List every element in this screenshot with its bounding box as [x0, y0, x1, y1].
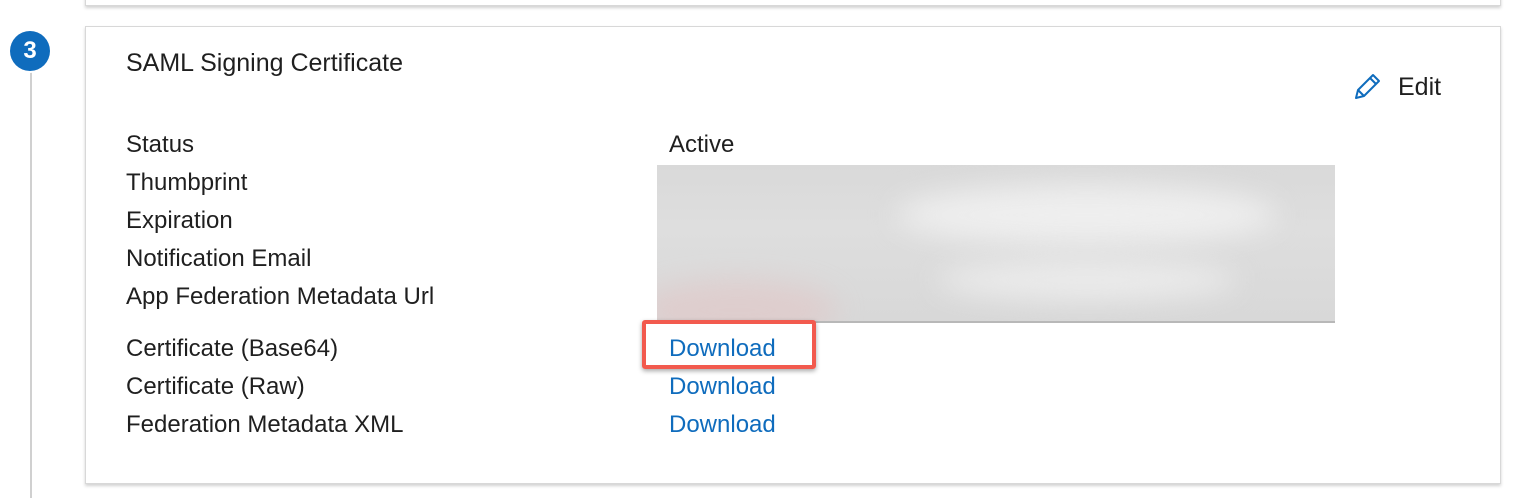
certificate-base64-download-link[interactable]: Download [669, 335, 776, 363]
app-federation-metadata-url-label: App Federation Metadata Url [126, 283, 435, 310]
blur-tint [657, 280, 837, 321]
blur-highlight-2 [937, 260, 1237, 300]
certificate-raw-label: Certificate (Raw) [126, 373, 305, 400]
redacted-values-area [657, 165, 1335, 323]
expiration-label: Expiration [126, 207, 233, 234]
card-title: SAML Signing Certificate [126, 49, 403, 77]
certificate-raw-download-link[interactable]: Download [669, 373, 776, 401]
edit-button[interactable]: Edit [1350, 69, 1441, 105]
blur-highlight-1 [897, 185, 1277, 245]
status-value: Active [669, 131, 735, 158]
notification-email-label: Notification Email [126, 245, 312, 272]
thumbprint-label: Thumbprint [126, 169, 248, 196]
certificate-base64-label: Certificate (Base64) [126, 335, 339, 362]
federation-metadata-xml-download-link[interactable]: Download [669, 411, 776, 439]
pencil-icon [1355, 74, 1380, 99]
status-label: Status [126, 131, 195, 158]
step-number-badge: 3 [10, 31, 50, 71]
federation-metadata-xml-label: Federation Metadata XML [126, 411, 404, 438]
previous-section-card [85, 0, 1501, 6]
edit-label: Edit [1398, 72, 1442, 101]
step-connector-line [30, 66, 32, 498]
saml-signing-certificate-card: SAML Signing Certificate Edit Status Act… [85, 26, 1501, 484]
